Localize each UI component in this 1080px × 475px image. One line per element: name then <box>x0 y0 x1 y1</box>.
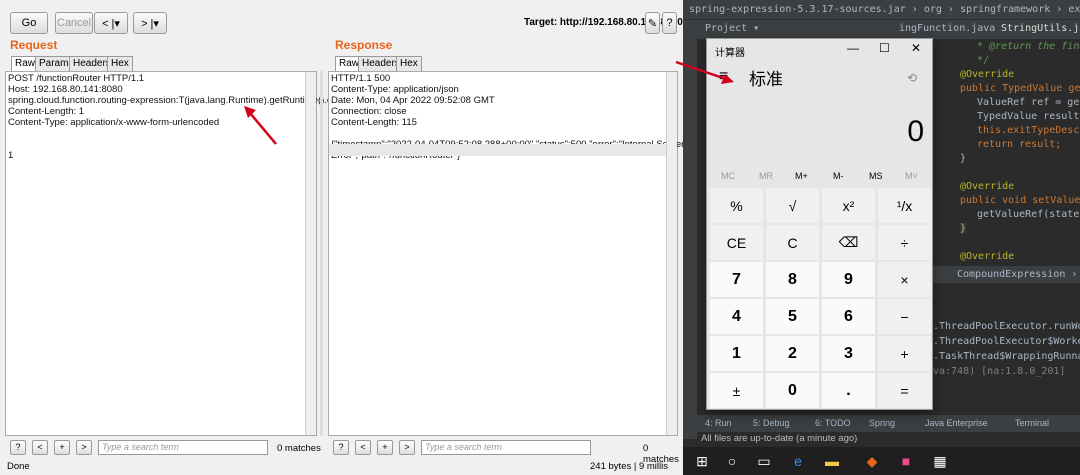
annotation-arrows <box>244 60 734 145</box>
arrow-calc <box>675 60 727 81</box>
arrow-request <box>249 112 277 145</box>
